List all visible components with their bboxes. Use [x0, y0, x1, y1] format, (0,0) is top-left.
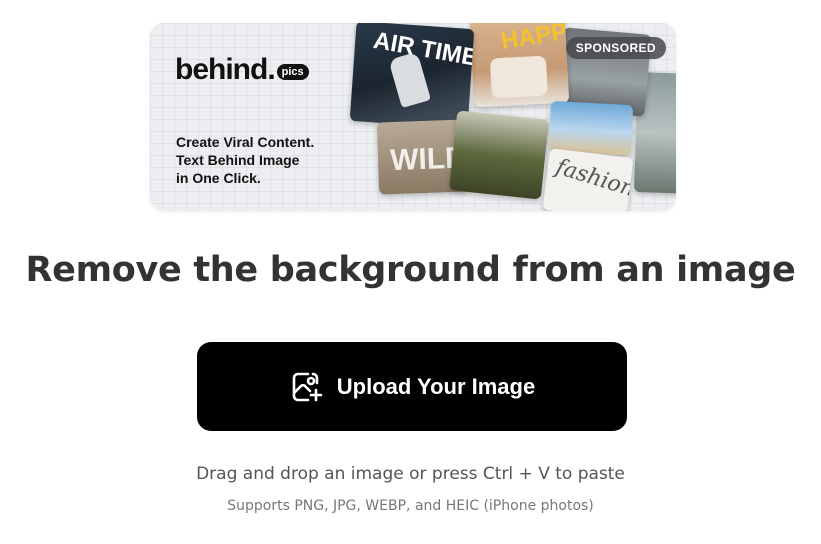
- brand-name: behind.: [175, 53, 276, 86]
- supported-formats-hint: Supports PNG, JPG, WEBP, and HEIC (iPhon…: [227, 498, 594, 514]
- drag-drop-hint: Drag and drop an image or press Ctrl + V…: [196, 464, 625, 484]
- ad-thumbnail-happy: HAPPY: [469, 23, 570, 108]
- page-title: Remove the background from an image: [25, 250, 796, 290]
- ad-thumbnail-forest: [449, 110, 549, 200]
- upload-image-button[interactable]: Upload Your Image: [197, 342, 627, 431]
- tile-text-fashion: fashion: [552, 154, 634, 203]
- brand-logo: behind. pics: [175, 53, 309, 87]
- tile-text-air-time: AIR TIME: [371, 26, 475, 72]
- ad-tagline: Create Viral Content. Text Behind Image …: [176, 133, 314, 187]
- tagline-line: Text Behind Image: [176, 152, 300, 168]
- ad-thumbnail-beach: [548, 100, 634, 156]
- sponsored-badge: SPONSORED: [565, 37, 666, 59]
- tile-text-happy: HAPPY: [499, 23, 570, 56]
- tagline-line: Create Viral Content.: [176, 134, 315, 150]
- ad-thumbnail-fashion: fashion: [542, 148, 634, 211]
- brand-suffix: pics: [276, 64, 309, 80]
- upload-button-label: Upload Your Image: [336, 373, 536, 399]
- image-plus-icon: [289, 369, 325, 405]
- ad-thumbnail-air-time: AIR TIME: [349, 23, 475, 129]
- sponsored-banner[interactable]: behind. pics Create Viral Content. Text …: [150, 23, 676, 211]
- tagline-line: in One Click.: [176, 170, 261, 186]
